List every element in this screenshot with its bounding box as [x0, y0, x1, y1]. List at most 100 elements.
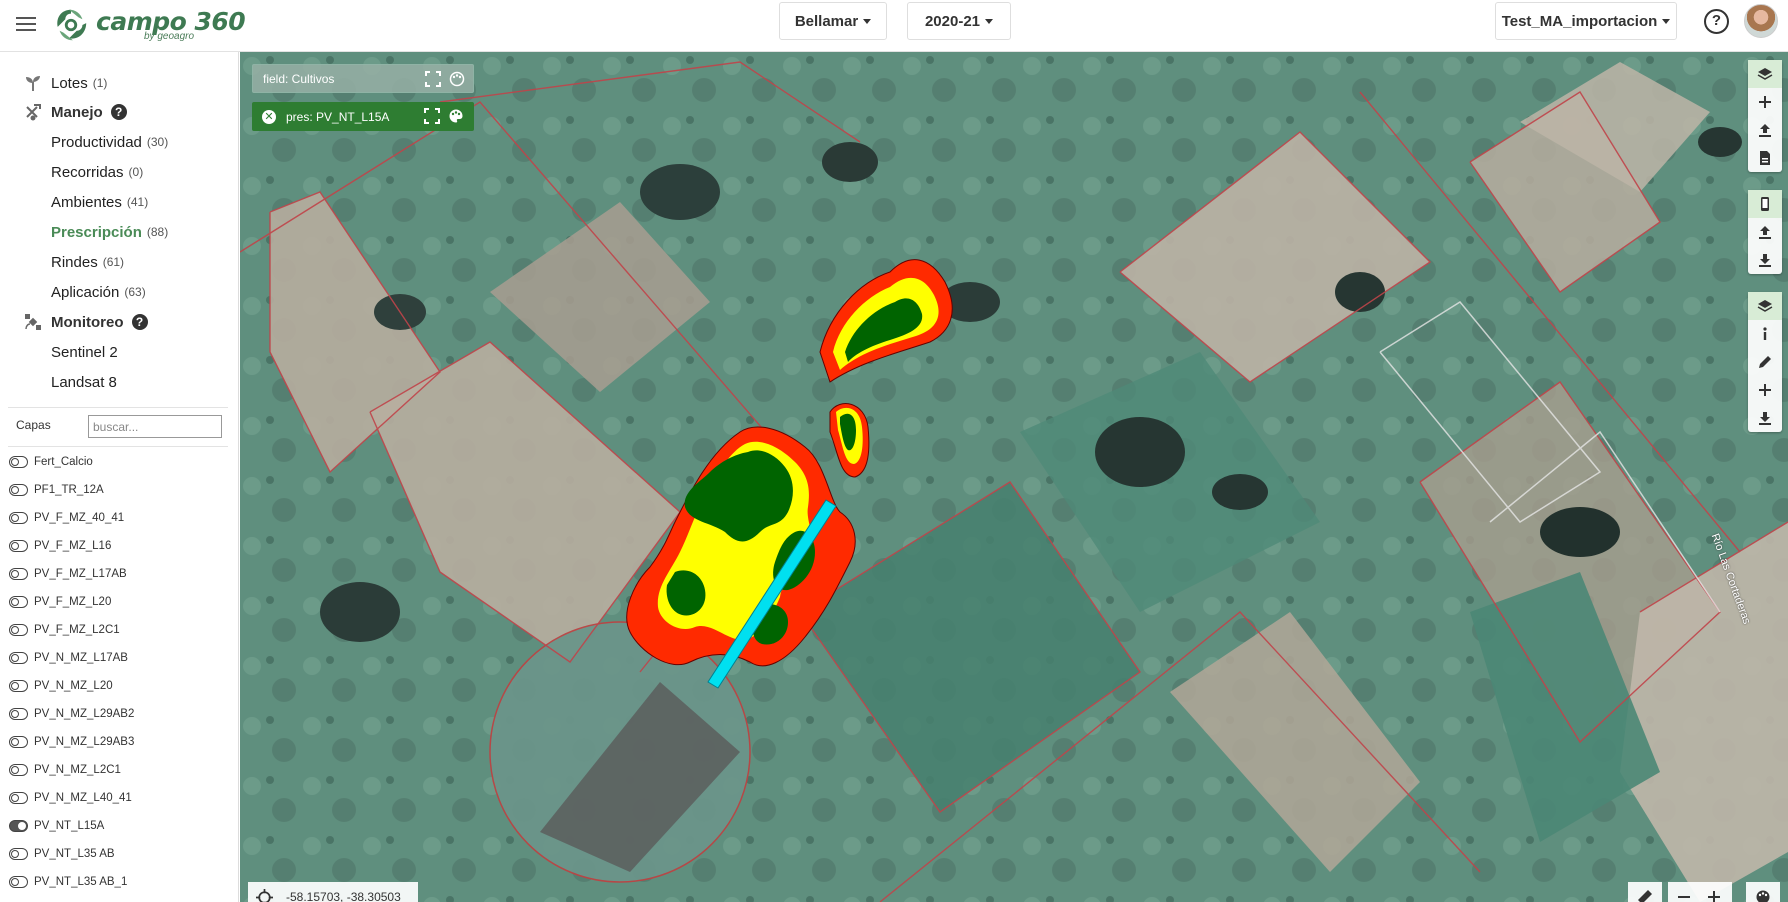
nav-lotes-label: Lotes [51, 74, 88, 92]
layer-toggle[interactable] [9, 876, 28, 888]
layer-item[interactable]: Fert_Calcio [0, 451, 93, 473]
layer-toggle[interactable] [9, 568, 28, 580]
layer-search-input[interactable] [88, 415, 222, 438]
layer-toggle[interactable] [9, 764, 28, 776]
field-layer-chip[interactable]: field: Cultivos [252, 64, 474, 93]
layer-toggle[interactable] [9, 484, 28, 496]
layers-button[interactable] [1748, 292, 1782, 320]
nav-recorridas[interactable]: Recorridas (0) [51, 161, 143, 183]
capas-label: Capas [16, 418, 51, 432]
measure-button[interactable] [1628, 882, 1662, 902]
upload-button[interactable] [1748, 218, 1782, 246]
layer-toggle[interactable] [9, 736, 28, 748]
layer-item[interactable]: PV_N_MZ_L20 [0, 675, 113, 697]
layer-name: Fert_Calcio [34, 456, 93, 468]
layer-item[interactable]: PV_N_MZ_L2C1 [0, 759, 121, 781]
nav-monitoreo[interactable]: Monitoreo ? [51, 311, 148, 333]
layer-item[interactable]: PV_F_MZ_L20 [0, 591, 111, 613]
nav-landsat-8-label: Landsat 8 [51, 373, 117, 391]
help-icon[interactable]: ? [110, 104, 127, 120]
info-button[interactable] [1748, 320, 1782, 348]
palette-icon[interactable] [449, 71, 465, 87]
report-button[interactable] [1748, 144, 1782, 172]
layer-toggle[interactable] [9, 652, 28, 664]
expand-icon[interactable] [424, 108, 440, 124]
layer-item[interactable]: PV_NT_L35 AB_1 [0, 871, 127, 893]
layer-item[interactable]: PV_F_MZ_L17AB [0, 563, 127, 585]
expand-icon[interactable] [425, 71, 441, 87]
layer-item[interactable]: PV_F_MZ_40_41 [0, 507, 124, 529]
hamburger-icon[interactable] [16, 14, 36, 34]
layer-toggle[interactable] [9, 848, 28, 860]
document-icon [1760, 151, 1770, 165]
nav-prescripcion[interactable]: Prescripción (88) [51, 221, 168, 243]
edit-button[interactable] [1748, 348, 1782, 376]
organization-select[interactable]: Bellamar [779, 2, 887, 40]
layer-name: PV_N_MZ_L29AB3 [34, 736, 135, 748]
download-icon [1759, 254, 1771, 267]
crosshair-icon[interactable] [256, 889, 273, 902]
plus-icon[interactable] [1706, 889, 1722, 902]
upload-button[interactable] [1748, 116, 1782, 144]
layer-item[interactable]: PV_N_MZ_L29AB3 [0, 731, 134, 753]
mobile-sync-button[interactable] [1748, 190, 1782, 218]
layer-toggle[interactable] [9, 512, 28, 524]
layer-toggle[interactable] [9, 680, 28, 692]
layer-toggle[interactable] [9, 820, 28, 832]
zoom-control [1668, 882, 1732, 902]
layers-button[interactable] [1748, 60, 1782, 88]
layer-name: PV_N_MZ_L2C1 [34, 764, 121, 776]
nav-ambientes[interactable]: Ambientes (41) [51, 191, 148, 213]
nav-rindes-count: (61) [102, 255, 125, 269]
sprout-icon [26, 76, 40, 91]
help-icon[interactable]: ? [1704, 9, 1729, 34]
layer-item[interactable]: PV_N_MZ_L17AB [0, 647, 128, 669]
layer-name: PV_F_MZ_L17AB [34, 568, 127, 580]
campo360-logo[interactable]: campo 360 by geoagro [52, 3, 246, 47]
layer-toggle[interactable] [9, 708, 28, 720]
help-icon[interactable]: ? [131, 314, 148, 330]
nav-aplicacion[interactable]: Aplicación (63) [51, 281, 146, 303]
top-bar: campo 360 by geoagro Bellamar 2020-21 Te… [0, 0, 1788, 52]
user-avatar[interactable] [1744, 4, 1778, 38]
season-select-value: 2020-21 [924, 12, 981, 30]
layer-item[interactable]: PV_N_MZ_L40_41 [0, 787, 132, 809]
account-select[interactable]: Test_MA_importacion [1495, 2, 1677, 40]
layer-toggle[interactable] [9, 596, 28, 608]
map-canvas[interactable]: field: Cultivos ✕ pres: PV_NT_L15A Río L… [240, 52, 1788, 902]
season-select[interactable]: 2020-21 [907, 2, 1011, 40]
layer-item[interactable]: PF1_TR_12A [0, 479, 104, 501]
layer-item[interactable]: PV_NT_L35 AB [0, 843, 115, 865]
basemap-button[interactable] [1746, 882, 1780, 902]
nav-productividad[interactable]: Productividad (30) [51, 131, 168, 153]
nav-productividad-count: (30) [146, 135, 169, 149]
add-button[interactable] [1748, 376, 1782, 404]
prescription-layer-chip[interactable]: ✕ pres: PV_NT_L15A [252, 102, 474, 131]
layer-item[interactable]: PV_N_MZ_L29AB2 [0, 703, 134, 725]
layer-toggle[interactable] [9, 624, 28, 636]
nav-landsat-8[interactable]: Landsat 8 [51, 371, 117, 393]
nav-manejo[interactable]: Manejo ? [51, 101, 127, 123]
minus-icon[interactable] [1676, 889, 1692, 902]
nav-lotes[interactable]: Lotes (1) [51, 72, 107, 94]
add-layer-button[interactable] [1748, 88, 1782, 116]
coordinates-value: -58.15703, -38.30503 [286, 890, 401, 902]
layer-item[interactable]: PV_F_MZ_L16 [0, 535, 111, 557]
layer-toggle[interactable] [9, 456, 28, 468]
download-button[interactable] [1748, 404, 1782, 432]
map-toolbar-layers [1748, 60, 1782, 172]
layer-toggle[interactable] [9, 540, 28, 552]
palette-icon [1756, 890, 1770, 902]
layer-toggle[interactable] [9, 792, 28, 804]
chevron-down-icon [985, 18, 994, 24]
palette-icon[interactable] [448, 108, 464, 124]
layer-item[interactable]: PV_NT_L15A [0, 815, 104, 837]
layer-item[interactable]: PV_F_MZ_L2C1 [0, 619, 120, 641]
close-icon[interactable]: ✕ [262, 109, 276, 124]
nav-sentinel-2[interactable]: Sentinel 2 [51, 341, 118, 363]
map-toolbar-edit [1748, 292, 1782, 432]
nav-rindes-label: Rindes [51, 253, 98, 271]
coordinates-readout: -58.15703, -38.30503 [248, 882, 418, 902]
download-button[interactable] [1748, 246, 1782, 274]
nav-rindes[interactable]: Rindes (61) [51, 251, 124, 273]
